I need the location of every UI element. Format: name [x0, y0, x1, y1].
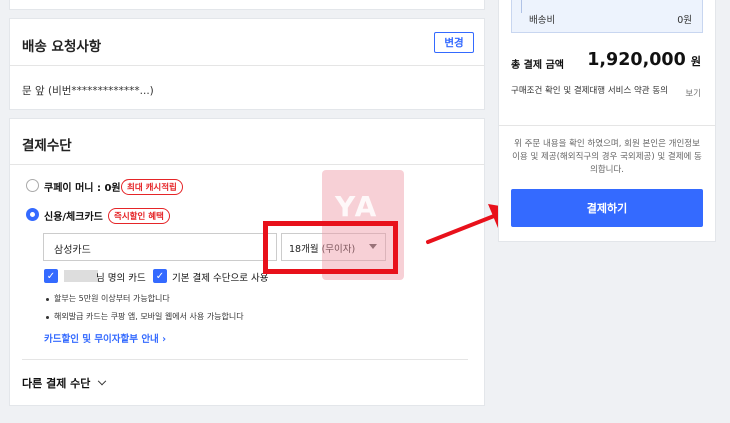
card-company-value: 삼성카드: [54, 245, 91, 256]
card-discount-info-link[interactable]: 카드할인 및 무이자할부 안내 ›: [44, 331, 166, 345]
terms-view-link[interactable]: 보기: [685, 87, 701, 99]
delivery-change-button[interactable]: 변경: [434, 32, 474, 53]
coupay-badge: 최대 캐시적립: [121, 179, 183, 195]
shipping-fee-label: 배송비: [529, 15, 556, 26]
pay-button-label: 결제하기: [586, 202, 628, 215]
total-amount: 1,920,000 원: [587, 50, 701, 70]
payment-method-title: 결제수단: [22, 138, 72, 154]
previous-section-card: [9, 0, 485, 10]
delivery-request-card: 배송 요청사항 변경 문 앞 (비번*************...): [9, 18, 485, 110]
card-discount-info-label: 카드할인 및 무이자할부 안내: [44, 334, 159, 345]
delivery-request-value: 문 앞 (비번*************...): [22, 85, 154, 97]
terms-agreement-text: 구매조건 확인 및 결제대행 서비스 약관 동의: [511, 86, 668, 96]
delivery-request-title: 배송 요청사항: [22, 39, 102, 55]
coupay-radio[interactable]: [26, 179, 39, 192]
order-consent-text: 위 주문 내용을 확인 하였으며, 회원 본인은 개인정보 이용 및 제공(해외…: [512, 139, 702, 175]
other-payment-methods-toggle[interactable]: 다른 결제 수단: [22, 375, 107, 391]
payment-divider: [10, 164, 484, 165]
total-amount-value: 1,920,000: [587, 50, 686, 70]
credit-card-label[interactable]: 신용/체크카드: [44, 208, 103, 223]
chevron-right-icon: ›: [162, 334, 167, 345]
credit-card-badge: 즉시할인 혜택: [108, 208, 170, 224]
shipping-fee-value: 0원: [677, 15, 692, 26]
summary-divider: [499, 125, 715, 126]
payment-method-card: 결제수단 쿠페이 머니 : 0원 최대 캐시적립 신용/체크카드 즉시할인 혜택…: [9, 118, 485, 406]
default-method-label: 기본 결제 수단으로 사용: [172, 273, 269, 284]
price-breakdown-connector: [521, 0, 522, 13]
owner-card-checkbox[interactable]: ✓: [44, 269, 58, 283]
other-payment-methods-label: 다른 결제 수단: [22, 377, 91, 390]
total-amount-unit: 원: [690, 55, 701, 68]
default-method-checkbox[interactable]: ✓: [153, 269, 167, 283]
installment-note: 할부는 5만원 이상부터 가능합니다: [54, 294, 170, 303]
pay-button[interactable]: 결제하기: [511, 189, 703, 227]
chevron-down-icon: [97, 376, 107, 386]
coupay-label[interactable]: 쿠페이 머니 : 0원: [44, 179, 121, 194]
highlight-box: [263, 221, 398, 274]
overseas-card-note: 해외발급 카드는 쿠팡 앱, 모바일 웹에서 사용 가능합니다: [54, 312, 244, 321]
order-summary-card: 배송비 0원 총 결제 금액 1,920,000 원 구매조건 확인 및 결제대…: [498, 0, 716, 242]
price-breakdown-box: 배송비 0원: [511, 0, 703, 33]
card-company-select[interactable]: 삼성카드: [43, 233, 277, 261]
credit-card-radio[interactable]: [26, 208, 39, 221]
note-bullet: [46, 316, 49, 319]
owner-name-masked: [64, 270, 98, 282]
delivery-divider: [10, 65, 484, 66]
note-bullet: [46, 298, 49, 301]
total-label: 총 결제 금액: [511, 60, 564, 71]
watermark-text: YA: [335, 190, 379, 223]
owner-card-label: 님 명의 카드: [96, 273, 146, 284]
other-methods-divider: [22, 359, 468, 360]
